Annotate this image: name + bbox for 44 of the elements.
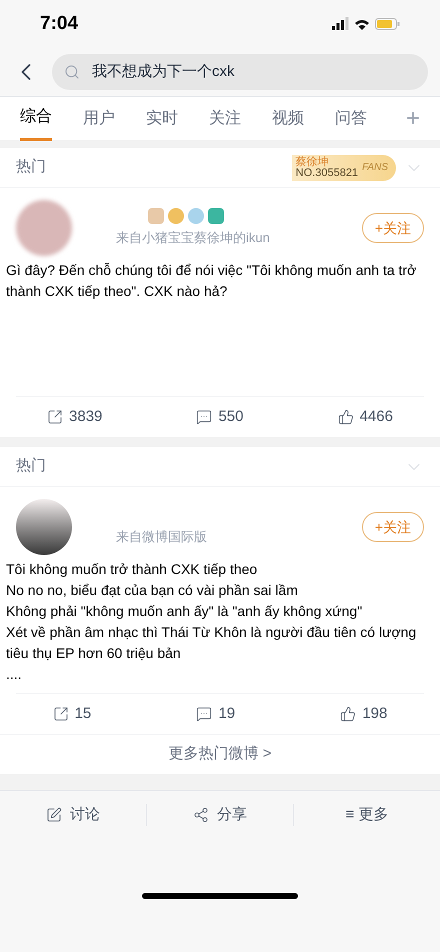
signal-icon: [332, 17, 349, 31]
post-text: Xét về phần âm nhạc thì Thái Từ Khôn là người đầu tiên có lượng tiêu thụ EP hơn 60 triệu bản: [6, 623, 418, 663]
comment-button[interactable]: 550: [196, 406, 244, 428]
comment-button[interactable]: 19: [196, 702, 236, 726]
post-text: Tôi không muốn trở thành CXK tiếp theo: [6, 560, 258, 579]
toolbar-button[interactable]: 讨论: [46, 804, 100, 826]
fan-number: NO.3055821: [296, 168, 358, 178]
tab[interactable]: 视频: [272, 96, 304, 140]
post-text: ....: [6, 665, 23, 684]
tab[interactable]: 综合: [20, 96, 52, 140]
battery-icon: [375, 18, 400, 30]
post-text: No no no, biểu đạt của bạn có vài phần sai lầm: [6, 581, 299, 600]
section-label: 热门: [16, 456, 46, 476]
fans-label: FANS: [362, 161, 388, 175]
section-label: 热门: [16, 157, 46, 178]
repost-icon: [52, 706, 69, 722]
more-posts-link[interactable]: 更多热门微博 >: [0, 734, 440, 774]
post-source: 来自微博国际版: [116, 528, 208, 546]
comment-icon: [196, 409, 212, 425]
status-time: 7:04: [40, 12, 78, 36]
toolbar-button[interactable]: 分享: [193, 804, 247, 826]
post-text: Gì đây? Đến chỗ chúng tôi để nói việc "Tôi không muốn anh ta trở thành CXK tiếp theo". CXK nào hả?: [6, 261, 418, 301]
post-text: Không phải "không muốn anh ấy" là "anh ấy không xứng": [6, 602, 364, 621]
like-button[interactable]: 198: [340, 702, 388, 726]
repost-icon: [47, 409, 64, 425]
post-source: 来自小猪宝宝蔡徐坤的ikun: [116, 229, 271, 248]
fan-name: 蔡徐坤: [296, 156, 330, 168]
tab[interactable]: 关注: [209, 96, 241, 140]
repost-button[interactable]: 3839: [47, 406, 102, 428]
share-icon: [193, 807, 209, 823]
toolbar-button[interactable]: ≡ 更多: [346, 804, 388, 826]
comment-icon: [196, 706, 212, 722]
avatar: [16, 200, 72, 256]
tab[interactable]: 用户: [83, 96, 115, 140]
search-icon: [64, 64, 80, 80]
edit-icon: [46, 807, 62, 823]
tab[interactable]: 实时: [146, 96, 178, 140]
like-icon: [338, 409, 354, 425]
like-button[interactable]: 4466: [338, 406, 393, 428]
wifi-icon: [355, 18, 369, 30]
tab[interactable]: 问答: [335, 96, 367, 140]
search-field[interactable]: 我不想成为下一个cxk: [52, 54, 428, 90]
repost-button[interactable]: 15: [52, 702, 92, 726]
like-icon: [340, 706, 356, 722]
